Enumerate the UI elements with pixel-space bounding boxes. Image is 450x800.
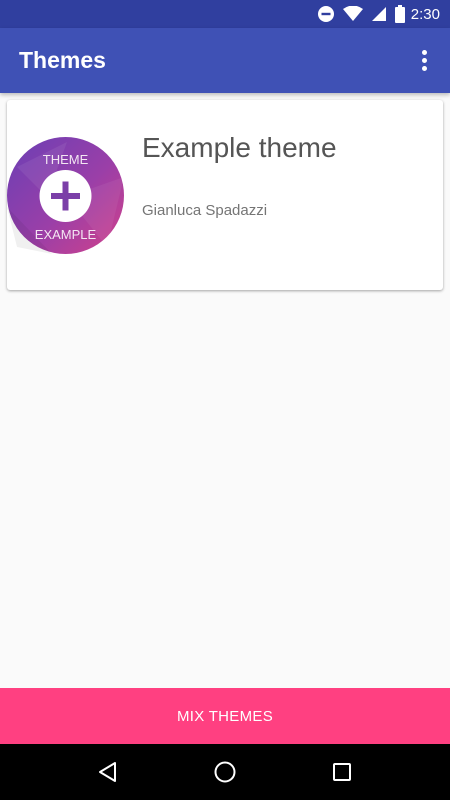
more-vert-icon	[421, 50, 427, 71]
signal-icon	[371, 7, 386, 21]
do-not-disturb-icon	[317, 6, 334, 22]
recents-button[interactable]	[318, 748, 366, 796]
theme-list: THEME EXAMPLE Example theme Gianluca Spa…	[0, 93, 450, 688]
home-icon	[214, 761, 236, 783]
theme-card[interactable]: THEME EXAMPLE Example theme Gianluca Spa…	[7, 100, 443, 290]
logo-bottom-text: EXAMPLE	[35, 227, 97, 242]
status-time: 2:30	[410, 5, 440, 23]
theme-logo: THEME EXAMPLE	[7, 137, 124, 254]
theme-title: Example theme	[142, 132, 337, 163]
theme-author: Gianluca Spadazzi	[142, 202, 268, 219]
app-bar: Themes	[0, 28, 450, 93]
status-bar: 2:30	[0, 0, 450, 28]
recents-icon	[332, 763, 351, 781]
page-title: Themes	[19, 47, 106, 73]
wifi-icon	[342, 6, 363, 21]
battery-icon	[394, 5, 405, 23]
home-button[interactable]	[201, 748, 249, 796]
logo-top-text: THEME	[43, 152, 89, 167]
back-button[interactable]	[84, 748, 132, 796]
mix-themes-button[interactable]: MIX THEMES	[0, 688, 450, 744]
overflow-menu-button[interactable]	[400, 37, 448, 85]
navigation-bar	[0, 744, 450, 800]
back-icon	[99, 762, 117, 782]
